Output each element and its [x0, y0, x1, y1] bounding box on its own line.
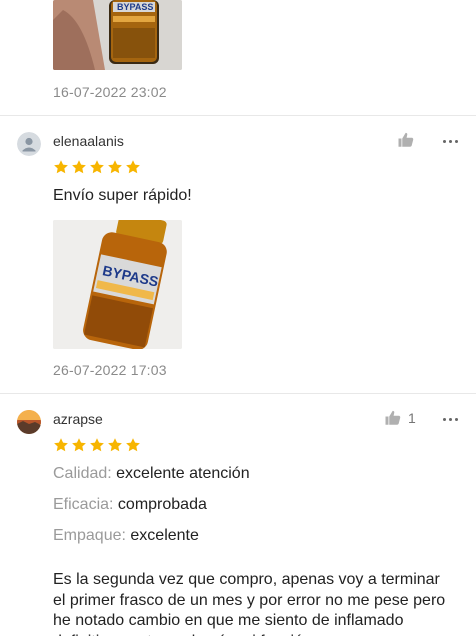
attribute-value: excelente atención [116, 465, 250, 482]
like-count: 1 [408, 410, 416, 426]
star-icon [72, 438, 86, 452]
review-text: Envío super rápido! [53, 187, 192, 204]
like-button[interactable] [397, 131, 415, 149]
like-button[interactable]: 1 [384, 409, 416, 427]
star-icon [54, 160, 68, 174]
star-icon [90, 438, 104, 452]
more-options-button[interactable] [441, 132, 459, 150]
review-item: elenaalanis Envío super rápido! BYPASS 2… [0, 116, 476, 393]
review-photo[interactable]: BYPASS [53, 0, 182, 70]
star-icon [108, 438, 122, 452]
star-rating [53, 437, 141, 453]
star-icon [54, 438, 68, 452]
thumbs-up-icon [385, 410, 401, 425]
product-label: BYPASS [117, 2, 153, 12]
avatar [17, 410, 41, 434]
review-date: 26-07-2022 17:03 [53, 362, 167, 378]
username[interactable]: elenaalanis [53, 133, 124, 149]
review-photo[interactable]: BYPASS [53, 220, 182, 349]
thumbs-up-icon [398, 132, 414, 147]
star-icon [126, 438, 140, 452]
attribute-key: Empaque: [53, 527, 126, 544]
review-item: azrapse 1 Calidad: excelente atención Ef… [0, 394, 476, 636]
review-date: 16-07-2022 23:02 [53, 84, 167, 100]
review-attribute: Eficacia: comprobada [53, 496, 207, 514]
review-attribute: Calidad: excelente atención [53, 465, 250, 483]
review-item: BYPASS 16-07-2022 23:02 [0, 0, 476, 115]
attribute-value: excelente [130, 527, 199, 544]
more-options-button[interactable] [441, 410, 459, 428]
star-rating [53, 159, 141, 175]
attribute-value: comprobada [117, 496, 207, 513]
attribute-key: Eficacia: [53, 496, 114, 513]
star-icon [126, 160, 140, 174]
star-icon [90, 160, 104, 174]
user-avatar-icon [17, 132, 41, 156]
star-icon [108, 160, 122, 174]
username[interactable]: azrapse [53, 411, 103, 427]
star-icon [72, 160, 86, 174]
attribute-key: Calidad: [53, 465, 112, 482]
review-body: Es la segunda vez que compro, apenas voy… [53, 571, 446, 636]
review-attribute: Empaque: excelente [53, 527, 199, 545]
